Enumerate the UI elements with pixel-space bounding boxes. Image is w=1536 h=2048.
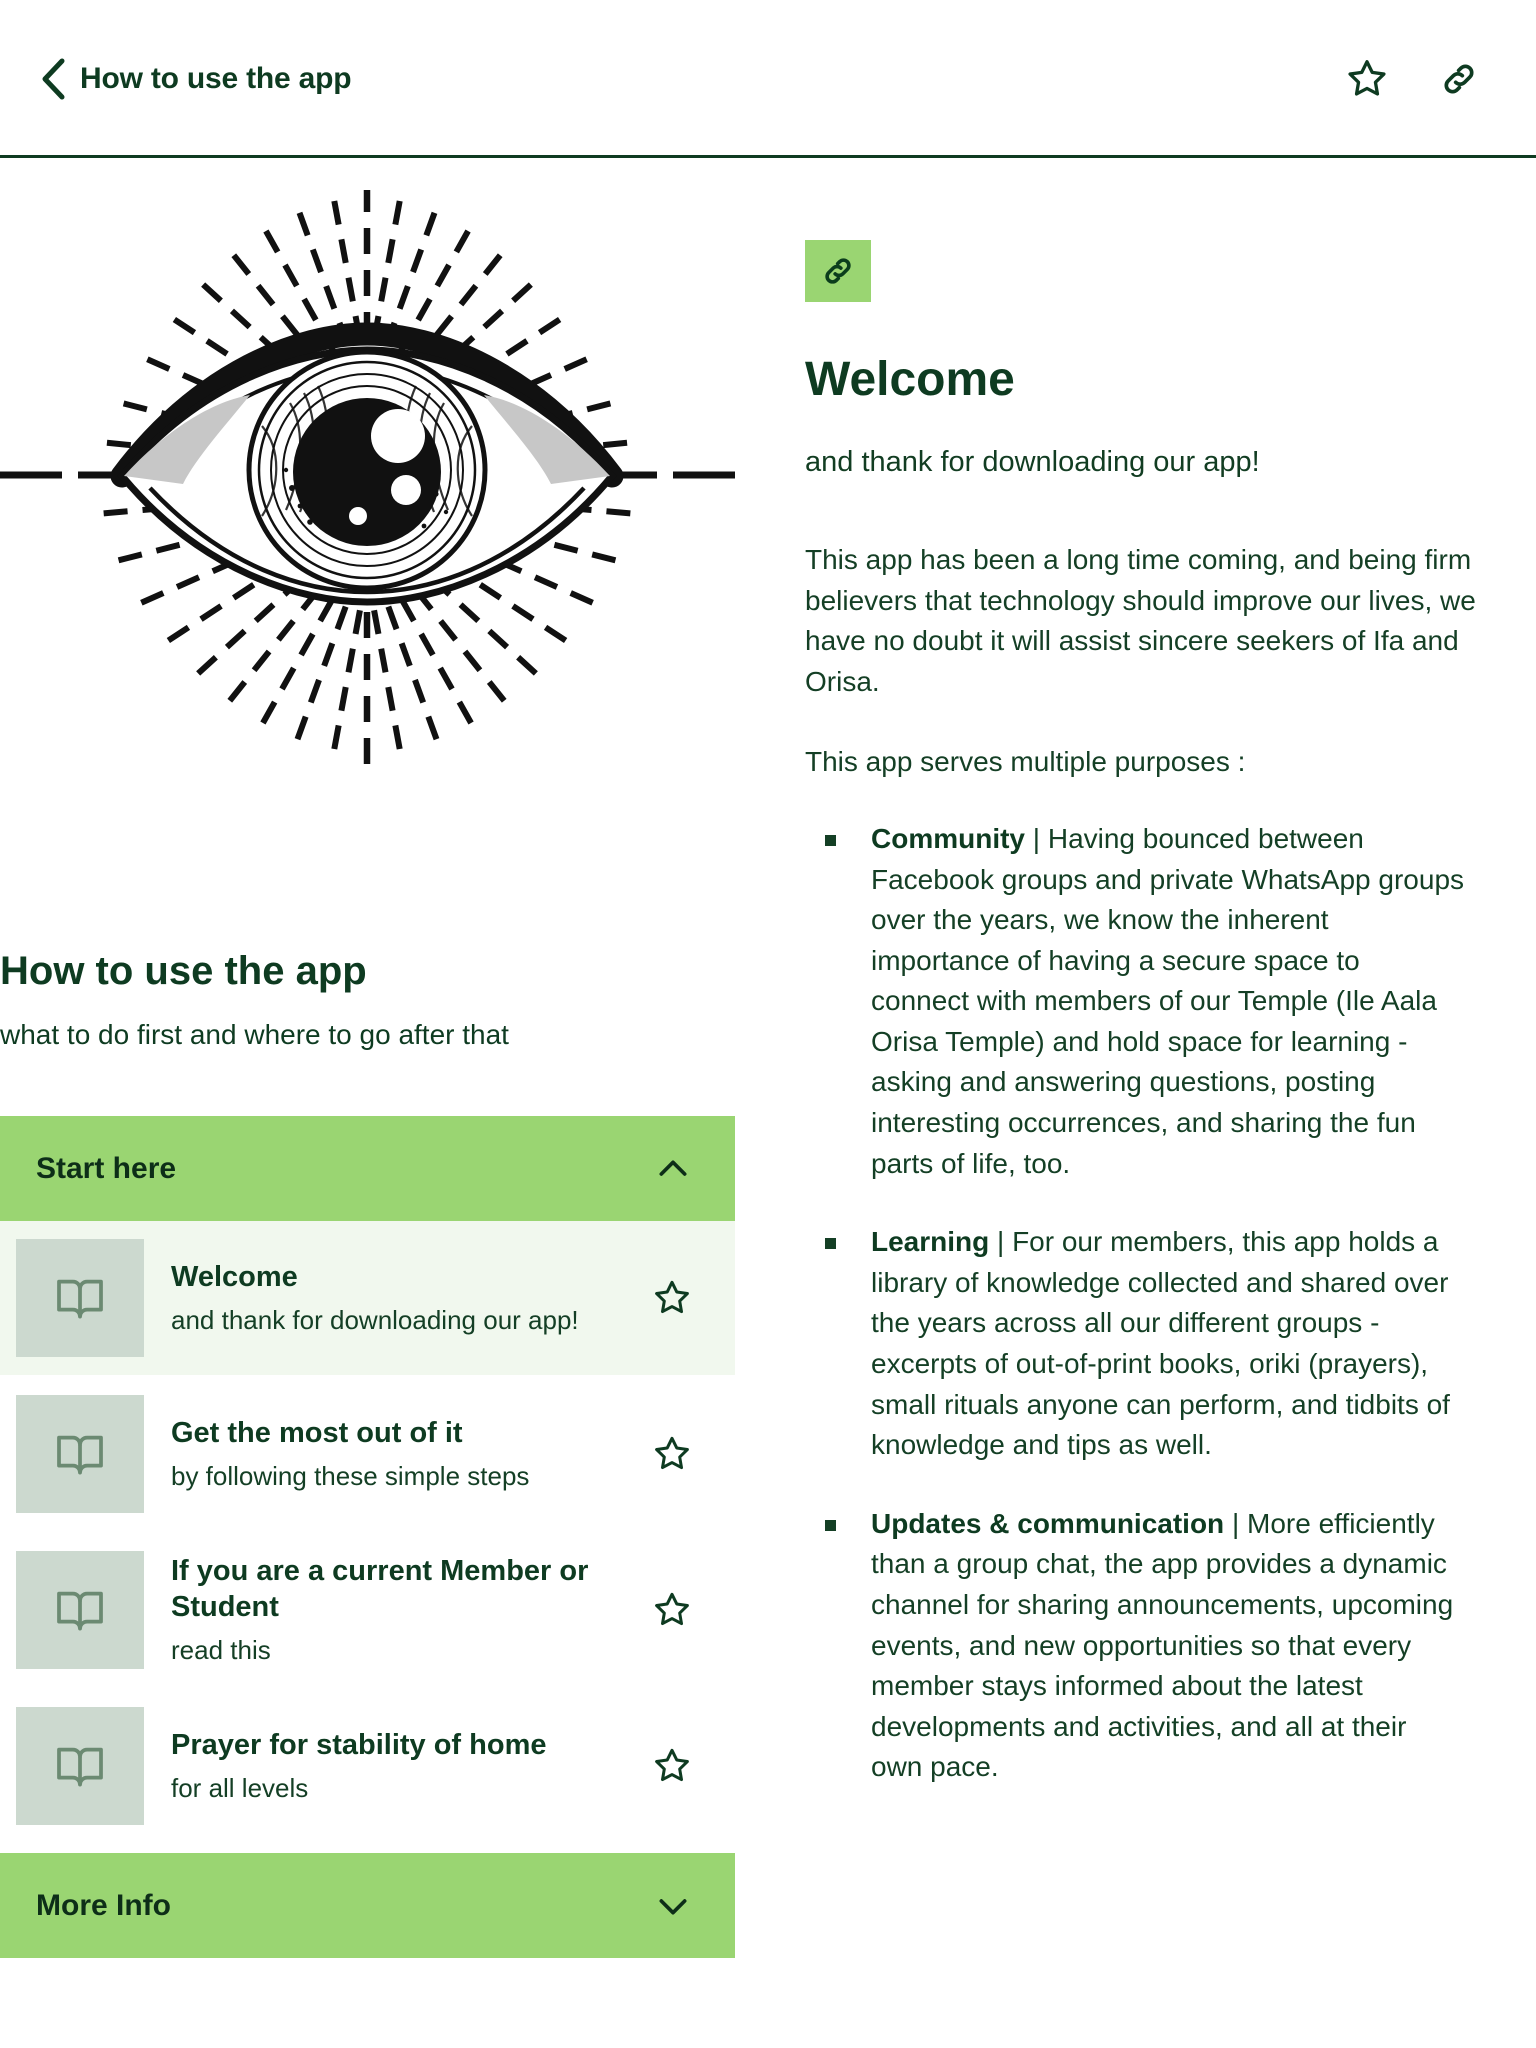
list-item: Learning | For our members, this app hol… <box>805 1222 1465 1466</box>
star-outline-icon <box>655 1749 689 1782</box>
list-item[interactable]: Prayer for stability of home for all lev… <box>0 1689 735 1846</box>
list-item[interactable]: If you are a current Member or Student r… <box>0 1533 735 1690</box>
list-item: Updates & communication | More efficient… <box>805 1504 1465 1788</box>
book-icon <box>16 1707 144 1826</box>
accordion-list: Start here Welcome and thank for downloa… <box>0 1116 735 1959</box>
favorite-toggle[interactable] <box>649 1278 695 1318</box>
bullet-separator: | <box>989 1226 1013 1258</box>
list-item: Community | Having bounced between Faceb… <box>805 819 1465 1184</box>
star-outline-icon <box>655 1593 689 1626</box>
accordion-label: More Info <box>36 1888 171 1922</box>
accordion-header-start-here[interactable]: Start here <box>0 1116 735 1222</box>
book-icon <box>16 1239 144 1358</box>
list-item-title: Prayer for stability of home <box>171 1729 547 1762</box>
bullet-text: For our members, this app holds a librar… <box>871 1226 1450 1461</box>
favorite-toggle[interactable] <box>649 1746 695 1786</box>
back-button[interactable] <box>30 49 76 109</box>
list-item-subtitle: by following these simple steps <box>171 1460 530 1491</box>
bullet-term: Updates & communication <box>871 1507 1225 1539</box>
bullet-text: More efficiently than a group chat, the … <box>871 1507 1454 1783</box>
list-item-subtitle: read this <box>171 1634 271 1665</box>
right-column: Welcome and thank for downloading our ap… <box>735 158 1536 2048</box>
section-subtitle: what to do first and where to go after t… <box>0 1019 509 1050</box>
section-title: How to use the app <box>0 949 367 993</box>
list-item[interactable]: Welcome and thank for downloading our ap… <box>0 1221 735 1378</box>
star-outline-icon <box>1348 59 1386 96</box>
favorite-toggle[interactable] <box>649 1590 695 1630</box>
list-item-subtitle: for all levels <box>171 1772 309 1803</box>
article-title: Welcome <box>805 353 1015 406</box>
bullet-term: Community <box>871 822 1025 854</box>
chevron-left-icon <box>42 58 65 99</box>
list-item-title: Get the most out of it <box>171 1417 463 1450</box>
list-item-text: Welcome and thank for downloading our ap… <box>144 1259 649 1337</box>
page-root: How to use the app How to use the app wh… <box>0 0 1536 2048</box>
list-item[interactable]: Get the most out of it by following thes… <box>0 1377 735 1534</box>
accordion-header-more-info[interactable]: More Info <box>0 1853 735 1959</box>
content-columns: How to use the app what to do first and … <box>0 158 1536 2048</box>
copy-link-badge-button[interactable] <box>805 240 871 302</box>
favorite-button[interactable] <box>1344 56 1390 102</box>
all-seeing-eye-illustration <box>0 190 735 770</box>
bullet-separator: | <box>1025 822 1048 854</box>
list-item-text: If you are a current Member or Student r… <box>144 1553 649 1667</box>
list-item-text: Prayer for stability of home for all lev… <box>144 1727 649 1805</box>
article-subtitle: and thank for downloading our app! <box>805 445 1260 478</box>
left-column: How to use the app what to do first and … <box>0 158 735 2048</box>
purpose-list: Community | Having bounced between Faceb… <box>805 819 1521 1788</box>
book-icon <box>16 1395 144 1514</box>
top-app-bar: How to use the app <box>0 0 1536 157</box>
article-paragraph-2: This app serves multiple purposes : <box>805 746 1246 778</box>
book-icon <box>16 1551 144 1670</box>
list-item-title: If you are a current Member or Student <box>171 1555 589 1624</box>
link-icon <box>1444 64 1474 93</box>
share-link-button[interactable] <box>1436 56 1482 102</box>
hero-illustration <box>0 158 735 948</box>
link-icon <box>825 258 851 284</box>
accordion-label: Start here <box>36 1151 177 1185</box>
article-paragraph-1: This app has been a long time coming, an… <box>805 543 1476 697</box>
bullet-text: Having bounced between Facebook groups a… <box>871 822 1465 1179</box>
bullet-separator: | <box>1224 1507 1248 1539</box>
list-item-text: Get the most out of it by following thes… <box>144 1415 649 1493</box>
list-item-title: Welcome <box>171 1261 298 1294</box>
favorite-toggle[interactable] <box>649 1434 695 1474</box>
top-bar-actions <box>1344 56 1482 102</box>
bullet-term: Learning <box>871 1226 990 1258</box>
chevron-up-icon <box>653 1149 693 1189</box>
chevron-down-icon <box>653 1886 693 1926</box>
list-item-subtitle: and thank for downloading our app! <box>171 1304 579 1335</box>
accordion-body-start-here: Welcome and thank for downloading our ap… <box>0 1221 735 1846</box>
star-outline-icon <box>655 1281 689 1314</box>
page-title: How to use the app <box>80 61 352 95</box>
star-outline-icon <box>655 1437 689 1470</box>
